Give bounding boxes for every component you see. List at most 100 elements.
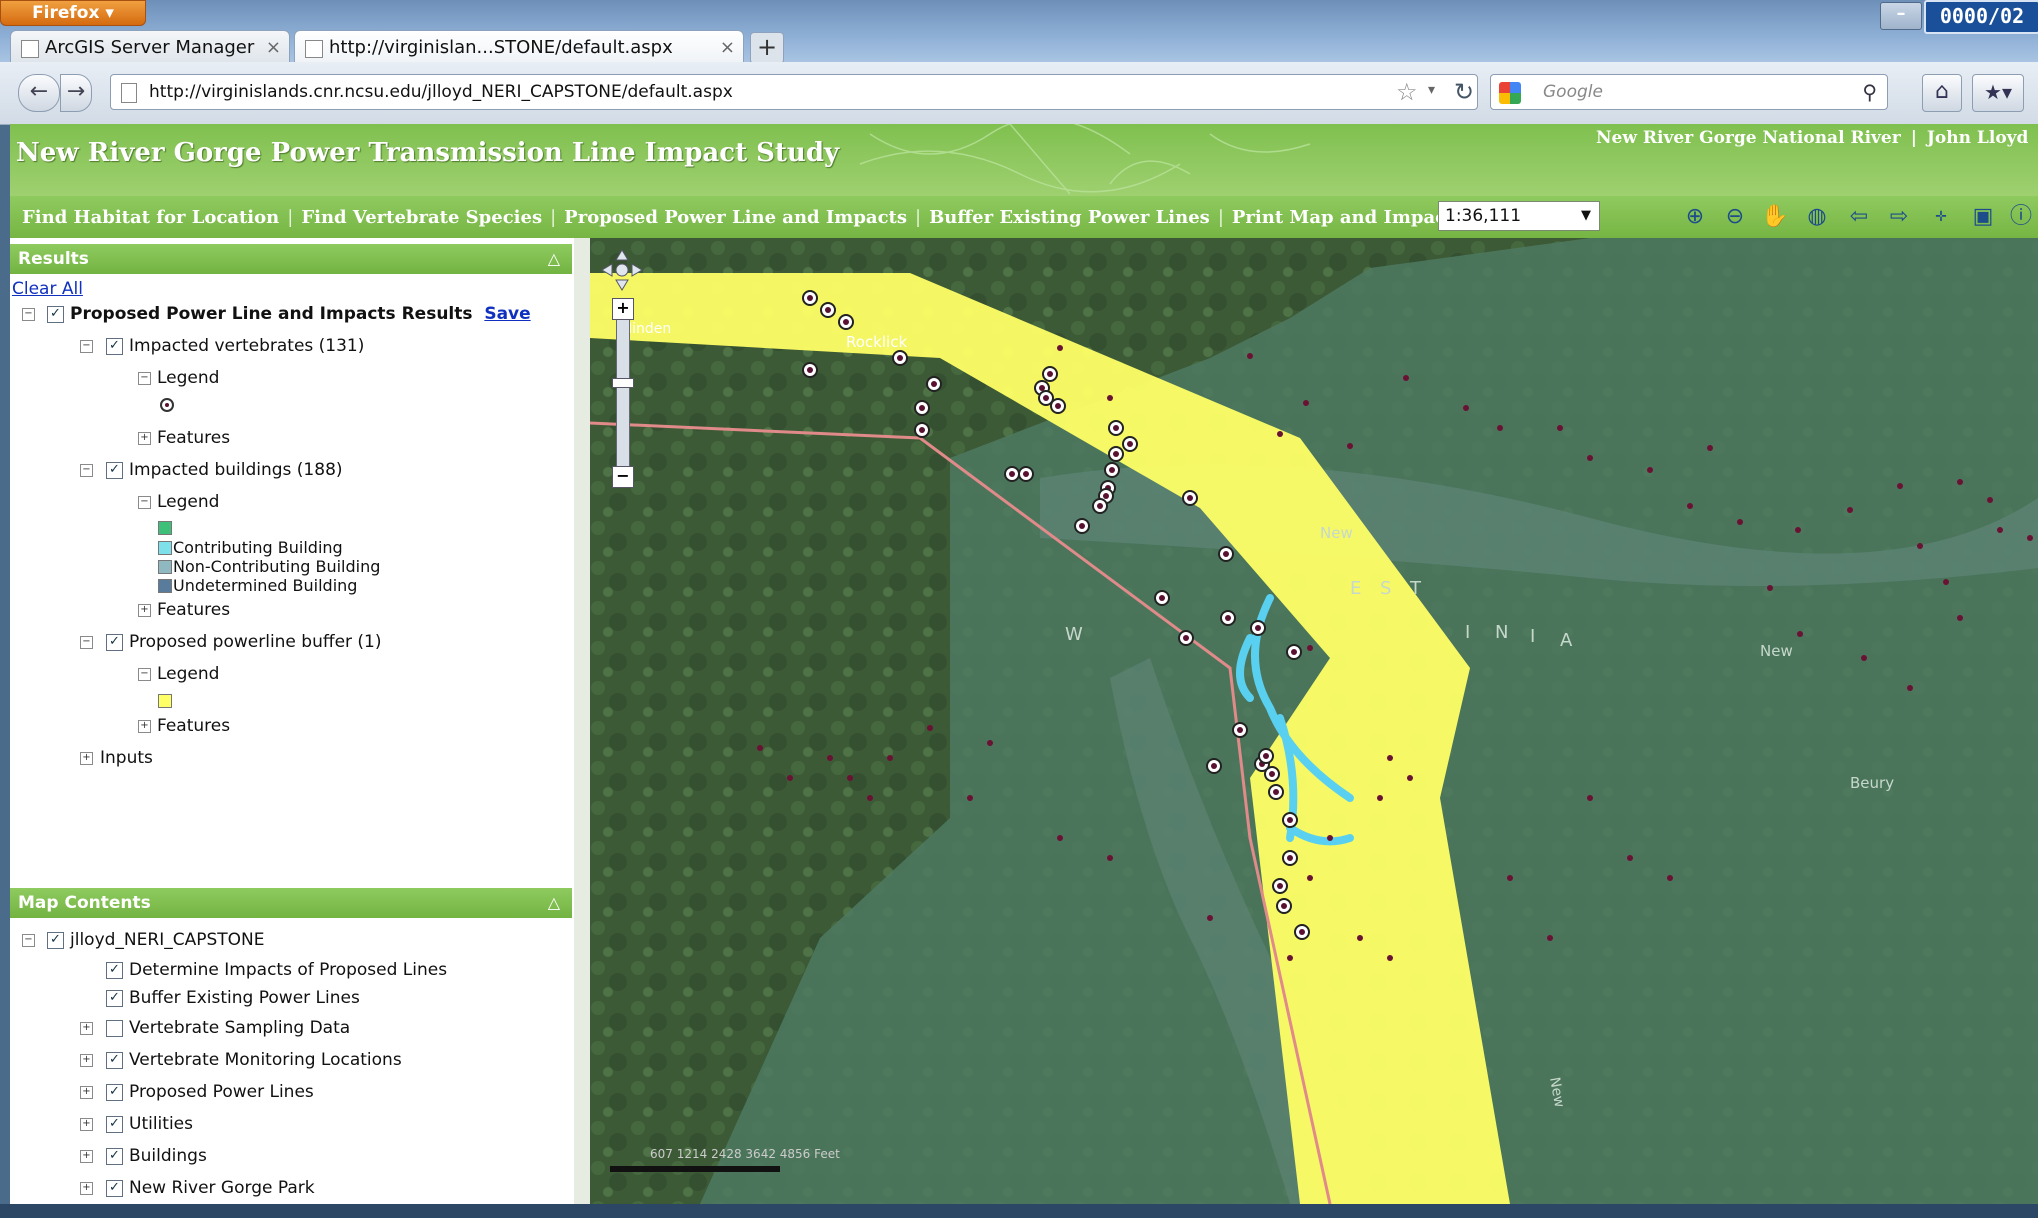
new-tab-button[interactable]: + bbox=[750, 32, 784, 64]
building-point[interactable] bbox=[1403, 375, 1409, 381]
scale-select[interactable]: 1:36,111 ▼ bbox=[1438, 201, 1600, 231]
xy-icon[interactable]: ✛ bbox=[1926, 202, 1956, 232]
collapse-icon[interactable]: △ bbox=[548, 244, 560, 274]
building-point[interactable] bbox=[1277, 431, 1283, 437]
building-point[interactable] bbox=[1303, 400, 1309, 406]
tab-arcgis-server-manager[interactable]: ArcGIS Server Manager × bbox=[10, 30, 290, 66]
building-point[interactable] bbox=[987, 740, 993, 746]
zoom-slider[interactable] bbox=[616, 302, 630, 482]
building-point[interactable] bbox=[1463, 405, 1469, 411]
vertebrates-checkbox[interactable]: ✓ bbox=[106, 338, 123, 355]
building-point[interactable] bbox=[1407, 775, 1413, 781]
nav-find-vertebrate[interactable]: Find Vertebrate Species bbox=[301, 207, 542, 228]
nav-find-habitat[interactable]: Find Habitat for Location bbox=[22, 207, 279, 228]
layer-checkbox[interactable]: ✓ bbox=[106, 962, 123, 979]
layer-checkbox[interactable]: ✓ bbox=[106, 1116, 123, 1133]
layer-checkbox[interactable]: ✓ bbox=[106, 1084, 123, 1101]
building-point[interactable] bbox=[1987, 497, 1993, 503]
building-point[interactable] bbox=[1307, 875, 1313, 881]
expand-toggle[interactable]: + bbox=[80, 1086, 93, 1099]
expand-toggle[interactable]: + bbox=[80, 1118, 93, 1131]
minimize-button[interactable]: – bbox=[1880, 2, 1922, 30]
building-point[interactable] bbox=[1847, 507, 1853, 513]
building-point[interactable] bbox=[757, 745, 763, 751]
building-point[interactable] bbox=[1547, 935, 1553, 941]
zoom-out-icon[interactable]: ⊖ bbox=[1720, 202, 1750, 232]
collapse-toggle[interactable]: − bbox=[80, 340, 93, 353]
expand-toggle[interactable]: + bbox=[80, 752, 93, 765]
building-point[interactable] bbox=[1707, 445, 1713, 451]
building-point[interactable] bbox=[1107, 395, 1113, 401]
building-point[interactable] bbox=[1507, 875, 1513, 881]
building-point[interactable] bbox=[1497, 425, 1503, 431]
building-point[interactable] bbox=[1207, 915, 1213, 921]
search-icon[interactable]: ⚲ bbox=[1862, 75, 1877, 109]
bookmark-star-icon[interactable]: ☆ bbox=[1396, 78, 1418, 106]
building-point[interactable] bbox=[1387, 755, 1393, 761]
map-root-checkbox[interactable]: ✓ bbox=[47, 932, 64, 949]
building-point[interactable] bbox=[787, 775, 793, 781]
building-point[interactable] bbox=[1957, 615, 1963, 621]
building-point[interactable] bbox=[887, 755, 893, 761]
building-point[interactable] bbox=[827, 755, 833, 761]
building-point[interactable] bbox=[1795, 527, 1801, 533]
info-icon[interactable]: ⓘ bbox=[2006, 202, 2036, 232]
building-point[interactable] bbox=[1917, 543, 1923, 549]
building-point[interactable] bbox=[1647, 467, 1653, 473]
building-point[interactable] bbox=[1957, 479, 1963, 485]
building-point[interactable] bbox=[1107, 855, 1113, 861]
buffer-checkbox[interactable]: ✓ bbox=[106, 634, 123, 651]
home-button[interactable]: ⌂ bbox=[1922, 74, 1962, 112]
building-point[interactable] bbox=[1737, 519, 1743, 525]
layer-checkbox[interactable]: ✓ bbox=[106, 1052, 123, 1069]
building-point[interactable] bbox=[1057, 835, 1063, 841]
building-point[interactable] bbox=[1247, 353, 1253, 359]
building-point[interactable] bbox=[1377, 795, 1383, 801]
layer-checkbox[interactable]: ✓ bbox=[106, 990, 123, 1007]
close-tab-icon[interactable]: × bbox=[720, 31, 735, 65]
building-point[interactable] bbox=[1907, 685, 1913, 691]
building-point[interactable] bbox=[1667, 875, 1673, 881]
tab-default-aspx[interactable]: http://virginislan...STONE/default.aspx … bbox=[294, 30, 744, 66]
expand-toggle[interactable]: + bbox=[80, 1182, 93, 1195]
building-point[interactable] bbox=[1997, 527, 2003, 533]
pan-control[interactable] bbox=[600, 248, 644, 292]
nav-proposed-power-line[interactable]: Proposed Power Line and Impacts bbox=[564, 207, 907, 228]
building-point[interactable] bbox=[1587, 795, 1593, 801]
collapse-toggle[interactable]: − bbox=[80, 636, 93, 649]
reload-icon[interactable]: ↻ bbox=[1450, 74, 1478, 110]
results-root-checkbox[interactable]: ✓ bbox=[47, 306, 64, 323]
zoom-in-icon[interactable]: ⊕ bbox=[1680, 202, 1710, 232]
identify-icon[interactable]: ▣ bbox=[1968, 202, 1998, 232]
building-point[interactable] bbox=[1797, 631, 1803, 637]
search-input[interactable]: Google ⚲ bbox=[1490, 74, 1888, 110]
building-point[interactable] bbox=[927, 725, 933, 731]
user-link[interactable]: John Lloyd bbox=[1927, 128, 2029, 148]
building-point[interactable] bbox=[1557, 425, 1563, 431]
nav-buffer-power-lines[interactable]: Buffer Existing Power Lines bbox=[929, 207, 1210, 228]
building-point[interactable] bbox=[847, 775, 853, 781]
forward-button[interactable]: → bbox=[60, 74, 92, 112]
building-point[interactable] bbox=[1327, 835, 1333, 841]
expand-toggle[interactable]: + bbox=[80, 1150, 93, 1163]
building-point[interactable] bbox=[1861, 655, 1867, 661]
nav-print-map[interactable]: Print Map and Impacts bbox=[1232, 207, 1465, 228]
expand-toggle[interactable]: + bbox=[138, 432, 151, 445]
save-link[interactable]: Save bbox=[484, 304, 530, 324]
close-tab-icon[interactable]: × bbox=[266, 31, 281, 65]
firefox-menu-button[interactable]: Firefox ▾ bbox=[0, 0, 146, 26]
building-point[interactable] bbox=[1347, 443, 1353, 449]
panel-splitter[interactable] bbox=[574, 238, 590, 1204]
building-point[interactable] bbox=[1627, 855, 1633, 861]
collapse-toggle[interactable]: − bbox=[138, 372, 151, 385]
expand-toggle[interactable]: + bbox=[138, 604, 151, 617]
building-point[interactable] bbox=[867, 795, 873, 801]
expand-toggle[interactable]: + bbox=[138, 720, 151, 733]
building-point[interactable] bbox=[1687, 503, 1693, 509]
full-extent-icon[interactable]: ◍ bbox=[1802, 202, 1832, 232]
building-point[interactable] bbox=[1057, 345, 1063, 351]
clear-all-link[interactable]: Clear All bbox=[12, 279, 83, 299]
collapse-icon[interactable]: △ bbox=[548, 888, 560, 918]
building-point[interactable] bbox=[1587, 455, 1593, 461]
back-button[interactable]: ← bbox=[18, 74, 60, 112]
